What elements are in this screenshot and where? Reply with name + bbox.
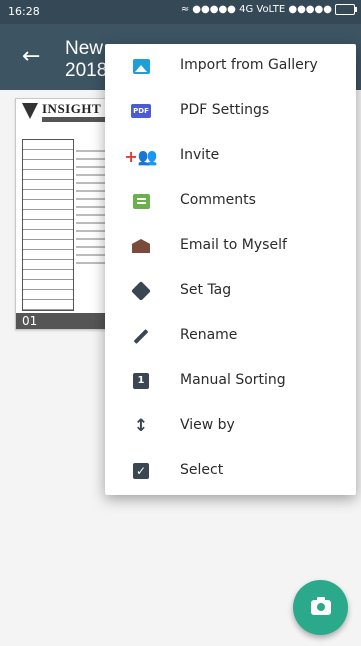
menu-item-label: Select [180,462,224,478]
menu-item-comments[interactable]: Comments [105,179,356,224]
menu-item-manual-sorting[interactable]: 1 Manual Sorting [105,359,356,404]
page-title: New 2018 [65,38,107,82]
battery-icon [335,4,357,15]
title-line-1: New [65,38,104,59]
doc-logo-icon [22,103,38,119]
overflow-menu: Import from Gallery PDF PDF Settings +👥 … [105,44,356,495]
signal-text: ●●●●● 4G VoLTE ●●●●● [192,4,332,15]
menu-item-select[interactable]: ✓ Select [105,449,356,494]
menu-item-import-gallery[interactable]: Import from Gallery [105,44,356,89]
menu-item-view-by[interactable]: ↕ View by [105,404,356,449]
menu-item-label: Import from Gallery [180,57,318,73]
status-time: 16:28 [8,5,40,18]
menu-item-rename[interactable]: Rename [105,314,356,359]
menu-item-label: Comments [180,192,256,208]
menu-item-label: Invite [180,147,220,163]
doc-title: INSIGHT [42,101,102,116]
sort-icon: 1 [133,373,149,389]
menu-item-label: Manual Sorting [180,372,286,388]
checkbox-icon: ✓ [133,463,149,479]
comment-icon [132,193,150,209]
menu-item-invite[interactable]: +👥 Invite [105,134,356,179]
menu-item-label: Rename [180,327,238,343]
camera-button[interactable] [293,580,348,635]
tag-icon [131,281,151,301]
gallery-icon [132,58,150,74]
pencil-icon [133,328,149,344]
menu-item-set-tag[interactable]: Set Tag [105,269,356,314]
title-line-2: 2018 [65,60,108,81]
menu-item-label: View by [180,417,235,433]
menu-item-pdf-settings[interactable]: PDF PDF Settings [105,89,356,134]
camera-icon [310,597,331,615]
invite-icon: +👥 [124,146,158,166]
status-indicators: ≈ ●●●●● 4G VoLTE ●●●●● [180,4,357,15]
page-number: 01 [22,314,38,328]
menu-item-label: Email to Myself [180,237,287,253]
pdf-icon: PDF [131,104,151,118]
view-by-icon: ↕ [133,415,149,436]
menu-item-label: PDF Settings [180,102,270,118]
menu-item-email[interactable]: Email to Myself [105,224,356,269]
doc-table [22,139,74,320]
email-icon [132,239,150,253]
back-arrow-icon[interactable]: ← [22,44,40,69]
status-bar: 16:28 ≈ ●●●●● 4G VoLTE ●●●●● [0,0,361,24]
wifi-icon: ≈ [180,4,190,15]
menu-item-label: Set Tag [180,282,232,298]
